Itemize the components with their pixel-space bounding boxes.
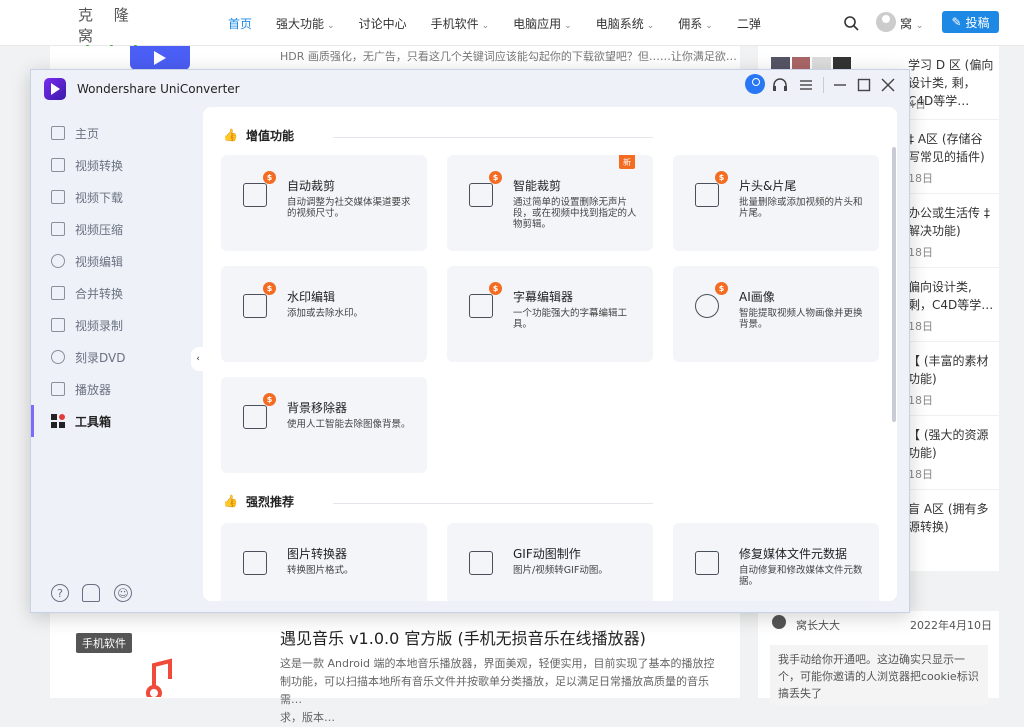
nav-features[interactable]: 强大功能 ⌄: [276, 15, 335, 32]
dvd-icon: [51, 350, 65, 364]
subtitle-icon: [469, 294, 493, 318]
scissors-icon: [51, 254, 65, 268]
nav-pc-system[interactable]: 电脑系统 ⌄: [596, 15, 655, 32]
app-logo-icon: [44, 78, 66, 100]
logo-text: 克 隆 窝: [78, 6, 137, 45]
toolbox-content: 👍 增值功能 $ 自动裁剪 自动调整为社交媒体渠道要求的视频尺寸。 $ 新 智能裁剪…: [203, 107, 897, 601]
new-badge: 新: [619, 155, 635, 169]
sidebar-item-home[interactable]: 主页: [31, 117, 201, 149]
tool-card-fix-metadata[interactable]: 修复媒体文件元数据 自动修复和修改媒体文件元数据。: [673, 523, 879, 601]
category-tag[interactable]: 手机软件: [76, 633, 132, 653]
sidebar-item-toolbox[interactable]: 工具箱: [31, 405, 201, 437]
tool-card-ai-portrait[interactable]: $ AI画像 智能提取视频人物画像并更换背景。: [673, 266, 879, 362]
paid-badge: $: [263, 393, 276, 406]
convert-icon: [51, 158, 65, 172]
maximize-icon[interactable]: [855, 76, 873, 94]
image-convert-icon: [243, 551, 267, 575]
tool-card-watermark[interactable]: $ 水印编辑 添加或去除水印。: [221, 266, 427, 362]
uniconverter-window: Wondershare UniConverter 主页 视频转换 视频下载 视频…: [30, 69, 910, 613]
site-logo[interactable]: 克 隆 窝: [78, 4, 148, 62]
nav-home[interactable]: 首页: [228, 15, 252, 32]
tool-card-image-converter[interactable]: 图片转换器 转换图片格式。: [221, 523, 427, 601]
tool-card-intro-outro[interactable]: $ 片头&片尾 批量删除或添加视频的片头和片尾。: [673, 155, 879, 251]
comment-box: 窝长大大 2022年4月10日 我手动给你开通吧。这边确实只显示一个，可能你邀请…: [758, 611, 999, 705]
paid-badge: $: [489, 171, 502, 184]
bell-icon[interactable]: [82, 584, 100, 602]
app-title: Wondershare UniConverter: [77, 82, 240, 96]
user-name[interactable]: 窝 ⌄: [900, 15, 923, 32]
main-nav: 首页 强大功能 ⌄ 讨论中心 手机软件 ⌄ 电脑应用 ⌄ 电脑系统 ⌄ 佣系 ⌄ 二弹: [228, 0, 785, 46]
auto-crop-icon: [243, 183, 267, 207]
nav-pc-apps[interactable]: 电脑应用 ⌄: [513, 15, 572, 32]
sidebar-item-download[interactable]: 视频下载: [31, 181, 201, 213]
play-icon: [130, 46, 190, 70]
comment-text: 我手动给你开通吧。这边确实只显示一个，可能你邀请的人浏览器把cookie标识搞丢…: [770, 645, 988, 705]
paid-badge: $: [715, 171, 728, 184]
thumb-up-icon: 👍: [223, 128, 238, 142]
watermark-icon: [243, 294, 267, 318]
menu-icon[interactable]: [797, 76, 815, 94]
gif-icon: [469, 551, 493, 575]
comment-date: 2022年4月10日: [910, 619, 992, 632]
commenter-name[interactable]: 窝长大大: [796, 617, 840, 633]
paid-badge: $: [263, 282, 276, 295]
minimize-icon[interactable]: [831, 76, 849, 94]
bg-remover-icon: [243, 405, 267, 429]
player-icon: [51, 382, 65, 396]
compress-icon: [51, 222, 65, 236]
article-snippet: HDR 画质强化，无广告，只看这几个关键词应该能勾起你的下载欲望吧？但……让你满…: [280, 50, 737, 63]
headset-icon[interactable]: [771, 76, 789, 94]
toolbox-icon: [51, 414, 65, 428]
user-avatar[interactable]: [876, 12, 896, 32]
bg-article: 手机软件 遇见音乐 v1.0.0 官方版 (手机无损音乐在线播放器) 这是一款 …: [50, 611, 740, 724]
thumb-up-icon: 👍: [223, 494, 238, 508]
nav-more[interactable]: 佣系 ⌄: [678, 15, 713, 32]
home-icon: [51, 126, 65, 140]
sidebar-item-merge[interactable]: 合并转换: [31, 277, 201, 309]
search-icon[interactable]: [843, 15, 859, 31]
tool-card-subtitle[interactable]: $ 字幕编辑器 一个功能强大的字幕编辑工具。: [447, 266, 653, 362]
app-sidebar: 主页 视频转换 视频下载 视频压缩 视频编辑 合并转换 视频录制 刻录DVD 播…: [31, 106, 201, 612]
paid-badge: $: [263, 171, 276, 184]
download-icon: [51, 190, 65, 204]
tool-card-auto-crop[interactable]: $ 自动裁剪 自动调整为社交媒体渠道要求的视频尺寸。: [221, 155, 427, 251]
record-icon: [51, 318, 65, 332]
sidebar-item-compress[interactable]: 视频压缩: [31, 213, 201, 245]
paid-badge: $: [489, 282, 502, 295]
nav-mobile[interactable]: 手机软件 ⌄: [431, 15, 490, 32]
edit-icon: ✎: [951, 15, 962, 29]
site-header: 克 隆 窝 首页 强大功能 ⌄ 讨论中心 手机软件 ⌄ 电脑应用 ⌄ 电脑系统 ⌄ 佣系…: [0, 0, 1024, 62]
commenter-avatar: [772, 615, 786, 629]
help-icon[interactable]: ?: [51, 584, 69, 602]
sidebar-item-convert[interactable]: 视频转换: [31, 149, 201, 181]
account-icon[interactable]: [745, 74, 765, 94]
sidebar-item-record[interactable]: 视频录制: [31, 309, 201, 341]
article-desc: 这是一款 Android 端的本地音乐播放器，界面美观，轻便实用，目前实现了基本…: [280, 657, 715, 724]
content-scrollbar[interactable]: [892, 147, 896, 422]
title-bar[interactable]: Wondershare UniConverter: [31, 70, 909, 106]
close-icon[interactable]: [879, 76, 897, 94]
sidebar-item-edit[interactable]: 视频编辑: [31, 245, 201, 277]
nav-discussion[interactable]: 讨论中心: [359, 15, 407, 32]
sidebar-item-dvd[interactable]: 刻录DVD: [31, 341, 201, 373]
nav-second[interactable]: 二弹: [737, 15, 761, 32]
merge-icon: [51, 286, 65, 300]
section-recommended: 👍 强烈推荐: [223, 494, 294, 509]
tool-card-gif-maker[interactable]: GIF动图制作 图片/视频转GIF动图。: [447, 523, 653, 601]
tool-card-bg-remover[interactable]: $ 背景移除器 使用人工智能去除图像背景。: [221, 377, 427, 473]
sidebar-item-player[interactable]: 播放器: [31, 373, 201, 405]
tool-card-smart-trim[interactable]: $ 新 智能裁剪 通过简单的设置删除无声片段，或在视频中找到指定的人物剪辑。: [447, 155, 653, 251]
feedback-icon[interactable]: ☺: [114, 584, 132, 602]
music-note-icon: [145, 658, 172, 697]
ai-portrait-icon: [695, 294, 719, 318]
section-premium: 👍 增值功能: [223, 128, 294, 143]
ai-trim-icon: [469, 183, 493, 207]
article-title[interactable]: 遇见音乐 v1.0.0 官方版 (手机无损音乐在线播放器): [280, 625, 646, 649]
metadata-icon: [695, 551, 719, 575]
paid-badge: $: [715, 282, 728, 295]
film-icon: [695, 183, 719, 207]
submit-button[interactable]: ✎ 投稿: [942, 11, 999, 33]
